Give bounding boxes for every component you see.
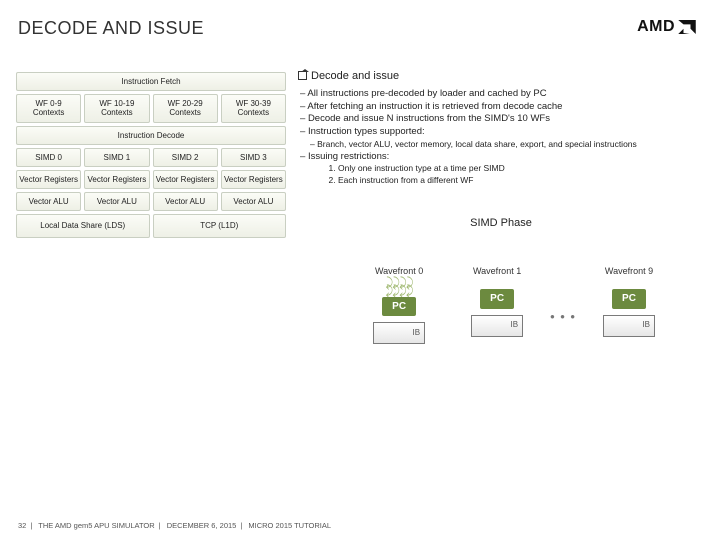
- ib-box: IB: [373, 322, 425, 344]
- wavefront-label: Wavefront 9: [605, 265, 653, 277]
- simd-block: SIMD 3: [221, 148, 286, 167]
- bullet-list: Issuing restrictions:: [298, 151, 704, 164]
- pc-badge: PC: [612, 289, 646, 309]
- simd-phase-diagram: Wavefront 0 ⤸⤸⤸⤸⤸⤸⤸⤸ PC IB Wavefront 1 x…: [298, 265, 704, 344]
- ib-label: IB: [413, 328, 421, 339]
- page-title: DECODE AND ISSUE: [0, 0, 720, 39]
- simd-block: SIMD 0: [16, 148, 81, 167]
- ib-box: IB: [471, 315, 523, 337]
- decode-block: Instruction Decode: [16, 126, 286, 145]
- list-item: Branch, vector ALU, vector memory, local…: [320, 139, 704, 150]
- wf-block: WF 30-39 Contexts: [221, 94, 286, 122]
- vreg-block: Vector Registers: [16, 170, 81, 189]
- simd-block: SIMD 1: [84, 148, 149, 167]
- wavefront-stack: Wavefront 0 ⤸⤸⤸⤸⤸⤸⤸⤸ PC IB: [350, 265, 448, 344]
- wavefront-stack: Wavefront 1 x PC IB: [448, 265, 546, 336]
- valu-block: Vector ALU: [221, 192, 286, 211]
- section-heading: Decode and issue: [298, 69, 704, 84]
- footer-text: THE AMD gem5 APU SIMULATOR: [38, 521, 154, 530]
- list-item: Each instruction from a different WF: [338, 175, 704, 186]
- slide-footer: 32| THE AMD gem5 APU SIMULATOR| DECEMBER…: [18, 521, 331, 530]
- bullet-list: All instructions pre-decoded by loader a…: [298, 88, 704, 139]
- wf-row: WF 0-9 Contexts WF 10-19 Contexts WF 20-…: [16, 94, 286, 122]
- brand-text: AMD: [637, 18, 675, 36]
- lds-block: Local Data Share (LDS): [16, 214, 150, 237]
- vreg-row: Vector Registers Vector Registers Vector…: [16, 170, 286, 189]
- tcp-block: TCP (L1D): [153, 214, 287, 237]
- brand-logo: AMD: [637, 18, 696, 36]
- simd-block: SIMD 2: [153, 148, 218, 167]
- simd-row: SIMD 0 SIMD 1 SIMD 2 SIMD 3: [16, 148, 286, 167]
- valu-row: Vector ALU Vector ALU Vector ALU Vector …: [16, 192, 286, 211]
- wavefront-stack: Wavefront 9 x PC IB: [580, 265, 678, 336]
- page-number: 32: [18, 521, 26, 530]
- amd-arrow-icon: [678, 20, 696, 34]
- list-item: All instructions pre-decoded by loader a…: [312, 88, 704, 101]
- pipeline-diagram: Instruction Fetch WF 0-9 Contexts WF 10-…: [16, 69, 286, 344]
- phase-title: SIMD Phase: [298, 216, 704, 231]
- list-item: Instruction types supported:: [312, 126, 704, 139]
- list-item: After fetching an instruction it is retr…: [312, 101, 704, 114]
- vreg-block: Vector Registers: [221, 170, 286, 189]
- wf-block: WF 0-9 Contexts: [16, 94, 81, 122]
- ib-label: IB: [511, 320, 519, 331]
- pc-badge: PC: [382, 297, 416, 317]
- ib-box: IB: [603, 315, 655, 337]
- fetch-block: Instruction Fetch: [16, 72, 286, 91]
- ib-label: IB: [642, 320, 650, 331]
- numbered-list: Only one instruction type at a time per …: [298, 163, 704, 186]
- wf-block: WF 20-29 Contexts: [153, 94, 218, 122]
- footer-text: DECEMBER 6, 2015: [167, 521, 237, 530]
- valu-block: Vector ALU: [84, 192, 149, 211]
- ellipsis-icon: • • •: [546, 284, 580, 326]
- list-item: Decode and issue N instructions from the…: [312, 113, 704, 126]
- pc-badge: PC: [480, 289, 514, 309]
- valu-block: Vector ALU: [153, 192, 218, 211]
- wavefront-label: Wavefront 1: [473, 265, 521, 277]
- arrows-icon: ⤸⤸⤸⤸⤸⤸⤸⤸: [386, 279, 413, 295]
- list-item: Issuing restrictions:: [312, 151, 704, 164]
- wf-block: WF 10-19 Contexts: [84, 94, 149, 122]
- footer-text: MICRO 2015 TUTORIAL: [248, 521, 331, 530]
- sub-list: Branch, vector ALU, vector memory, local…: [298, 139, 704, 150]
- list-item: Only one instruction type at a time per …: [338, 163, 704, 174]
- vreg-block: Vector Registers: [84, 170, 149, 189]
- content-pane: Decode and issue All instructions pre-de…: [298, 69, 704, 344]
- heading-text: Decode and issue: [311, 70, 399, 82]
- bullet-icon: [298, 71, 307, 80]
- vreg-block: Vector Registers: [153, 170, 218, 189]
- valu-block: Vector ALU: [16, 192, 81, 211]
